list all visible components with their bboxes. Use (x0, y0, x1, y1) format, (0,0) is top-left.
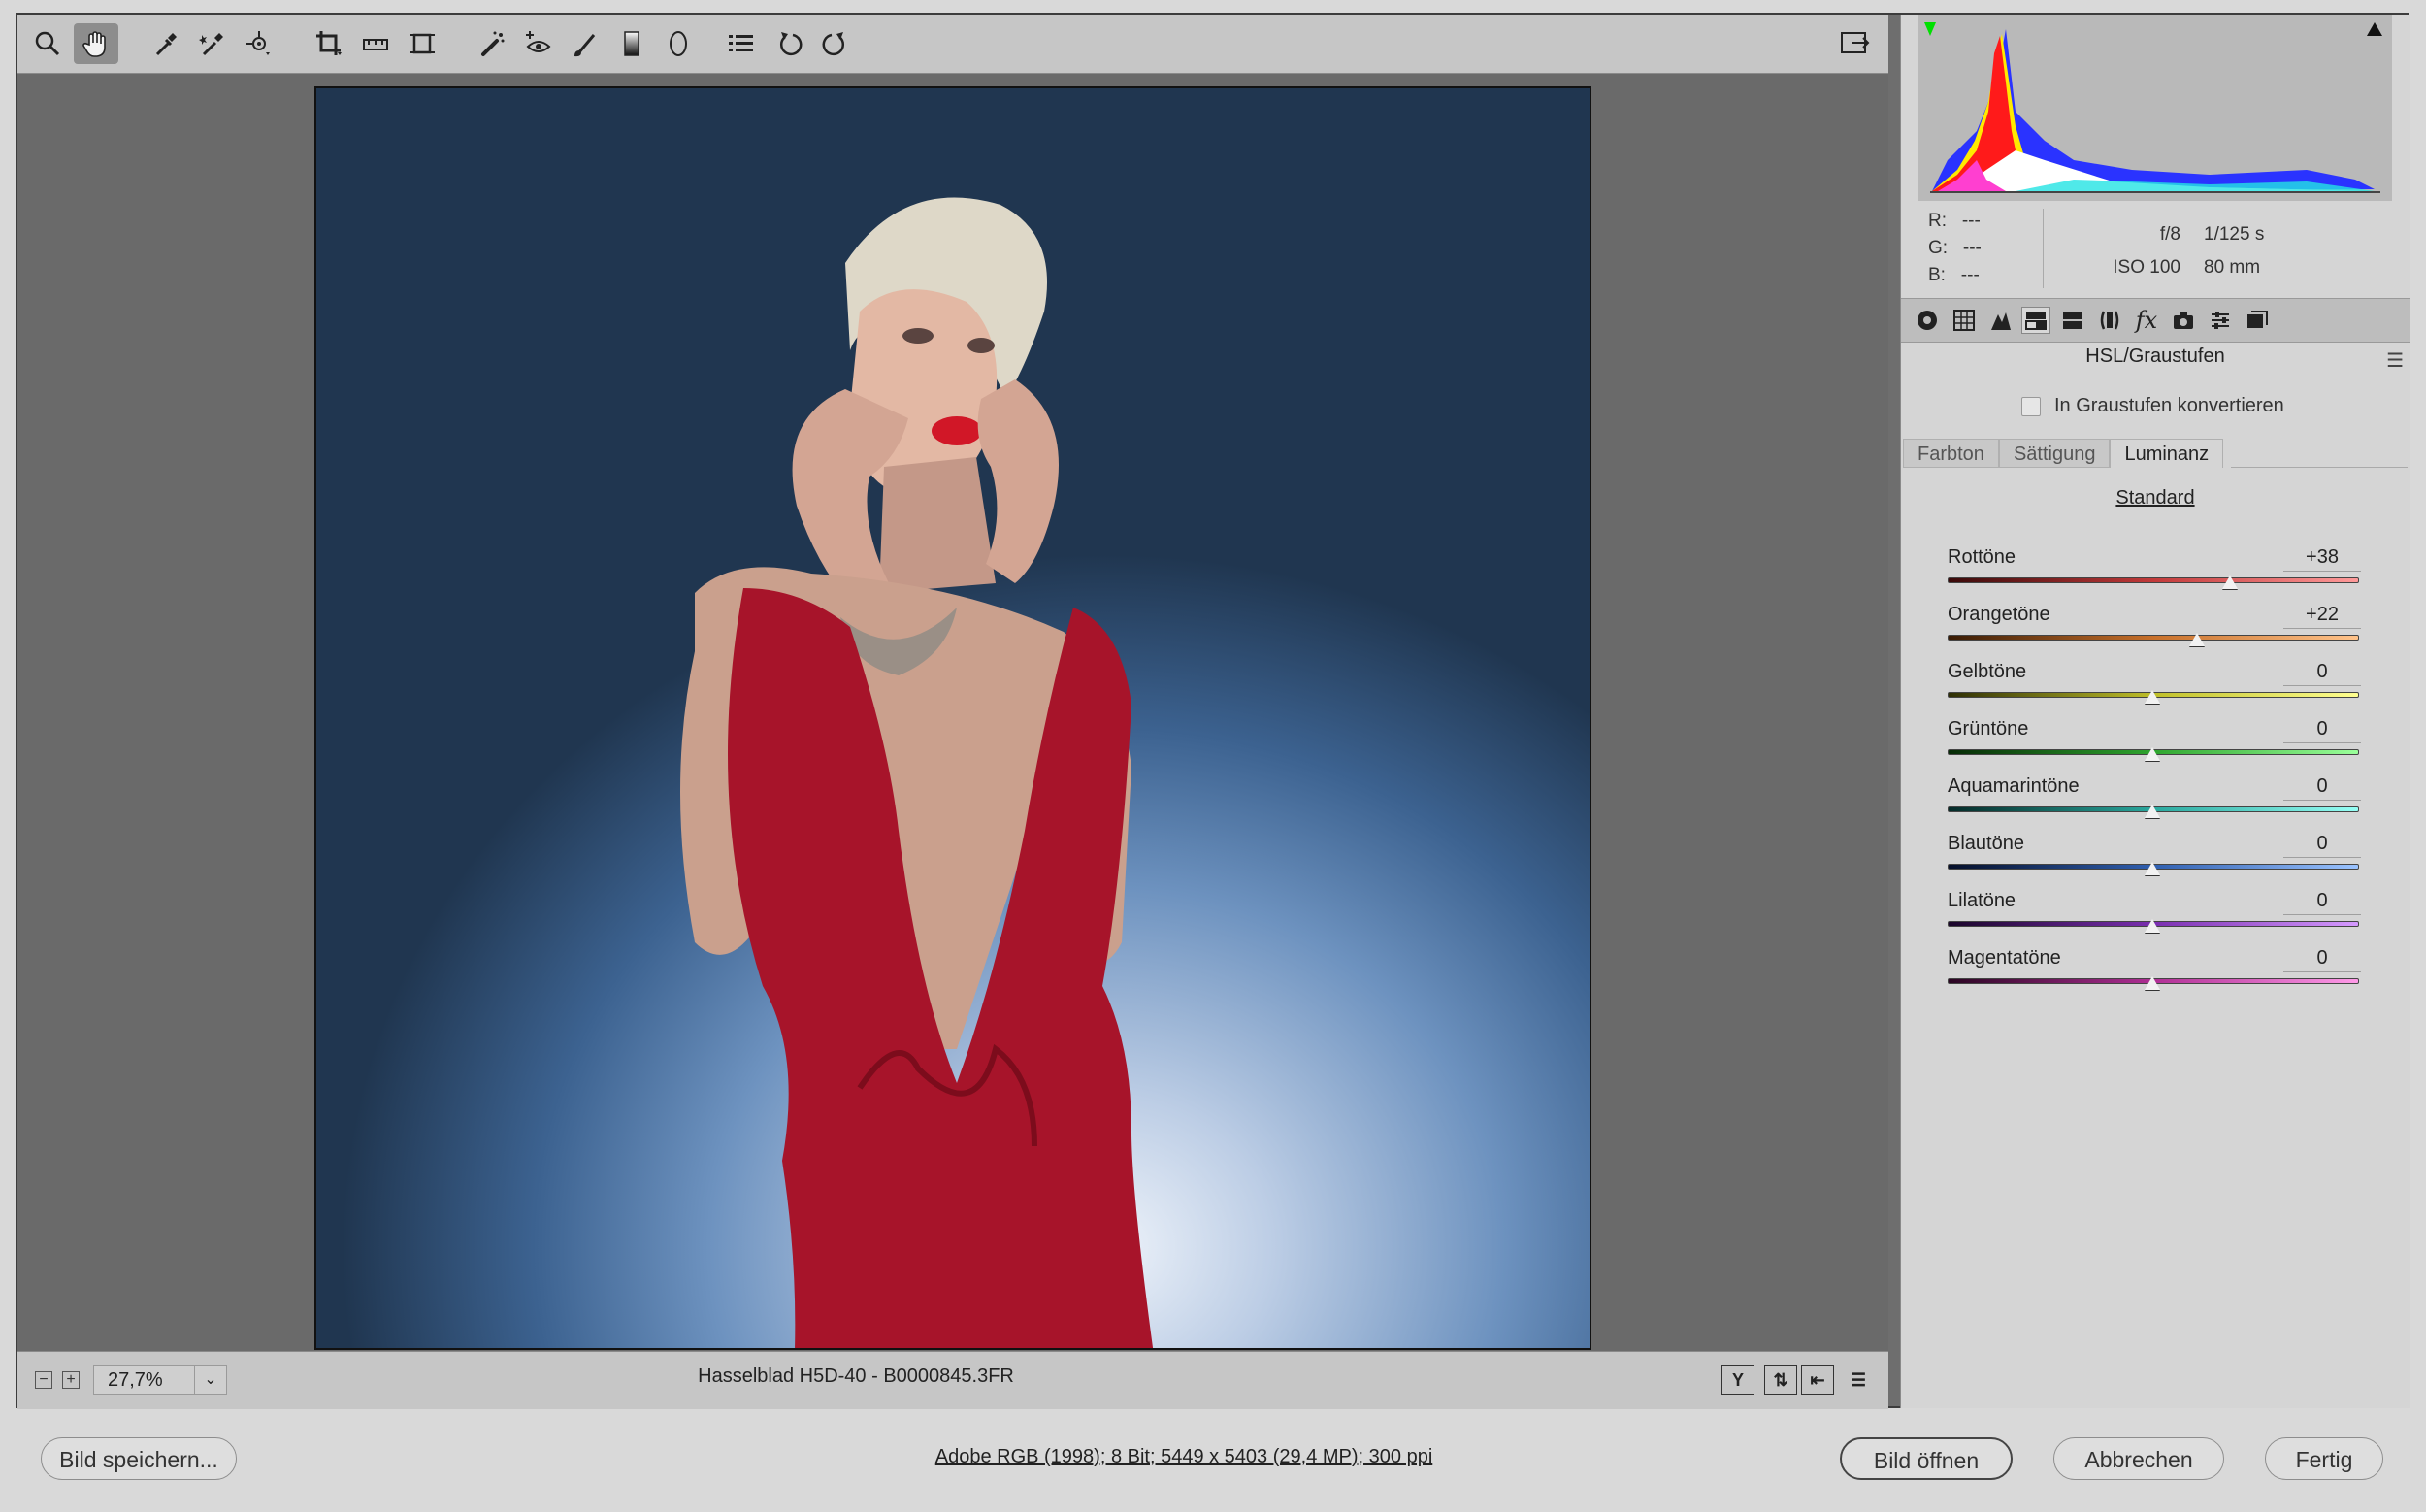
basic-panel-icon[interactable] (1913, 307, 1942, 334)
slider-track[interactable] (1948, 635, 2359, 641)
before-after-toggle-icon[interactable]: Y (1721, 1365, 1754, 1395)
standard-link[interactable]: Standard (1901, 487, 2410, 509)
slider-label: Rottöne (1948, 546, 2016, 568)
grayscale-checkbox[interactable] (2021, 396, 2041, 416)
grayscale-label: In Graustufen konvertieren (2054, 395, 2284, 416)
tone-curve-icon[interactable] (1950, 307, 1979, 334)
snapshots-icon[interactable] (2243, 307, 2272, 334)
split-toning-icon[interactable] (2058, 307, 2087, 334)
shutter-speed: 1/125 s (2204, 224, 2265, 245)
crop-icon[interactable] (307, 23, 351, 64)
tab-saturation[interactable]: Sättigung (1998, 439, 2111, 468)
effects-icon[interactable]: fx (2132, 307, 2161, 334)
rgb-readout: R: --- G: --- B: --- (1928, 211, 1982, 286)
slider-label: Blautöne (1948, 833, 2024, 854)
white-balance-icon[interactable] (144, 23, 188, 64)
adjustment-brush-icon[interactable] (563, 23, 607, 64)
slider-thumb[interactable] (2145, 805, 2160, 818)
slider-thumb[interactable] (2222, 575, 2239, 589)
toolbar (17, 15, 1888, 74)
slider-thumb[interactable] (2145, 690, 2160, 704)
transform-icon[interactable] (400, 23, 444, 64)
exif-info: f/8 1/125 s ISO 100 80 mm (2099, 224, 2322, 279)
file-name: Hasselblad H5D-40 - B0000845.3FR (698, 1365, 1014, 1387)
preferences-icon[interactable] (718, 23, 763, 64)
image-canvas[interactable] (17, 74, 1888, 1351)
copy-settings-icon[interactable]: ⇤ (1801, 1365, 1834, 1395)
tab-luminance[interactable]: Luminanz (2110, 439, 2224, 468)
lens-corrections-icon[interactable] (2095, 307, 2124, 334)
slider-value-field[interactable]: 0 (2283, 718, 2361, 743)
radial-filter-icon[interactable] (656, 23, 701, 64)
done-button[interactable]: Fertig (2265, 1437, 2383, 1480)
presets-icon[interactable] (2206, 307, 2235, 334)
photo-preview[interactable] (314, 86, 1591, 1350)
detail-panel-icon[interactable] (1986, 307, 2016, 334)
r-label: R: (1928, 211, 1947, 231)
rotate-left-icon[interactable] (769, 23, 813, 64)
slider-thumb[interactable] (2145, 862, 2160, 875)
panel-title: HSL/Graustufen (2085, 345, 2225, 367)
slider-thumb[interactable] (2145, 747, 2160, 761)
histogram (1918, 15, 2392, 201)
zoom-icon[interactable] (25, 23, 70, 64)
slider-track[interactable] (1948, 577, 2359, 583)
b-value: --- (1960, 265, 1980, 285)
slider-value-field[interactable]: 0 (2283, 890, 2361, 915)
slider-value-field[interactable]: 0 (2283, 947, 2361, 972)
straighten-icon[interactable] (353, 23, 398, 64)
slider-label: Magentatöne (1948, 947, 2061, 969)
slider-label: Grüntöne (1948, 718, 2029, 740)
slider-value-field[interactable]: +22 (2283, 604, 2361, 629)
r-value: --- (1961, 211, 1981, 231)
open-image-button[interactable]: Bild öffnen (1840, 1437, 2013, 1480)
graduated-filter-icon[interactable] (609, 23, 654, 64)
status-bar: − + 27,7% ⌄ Hasselblad H5D-40 - B0000845… (17, 1351, 1888, 1409)
slider-thumb[interactable] (2145, 976, 2160, 990)
panel-tabs-bar: fx (1901, 298, 2410, 343)
slider-value-field[interactable]: 0 (2283, 775, 2361, 801)
camera-calibration-icon[interactable] (2169, 307, 2198, 334)
targeted-adjustment-icon[interactable] (237, 23, 281, 64)
color-sampler-icon[interactable] (190, 23, 235, 64)
portrait-image (680, 197, 1154, 1348)
red-eye-icon[interactable] (516, 23, 561, 64)
right-panel: R: --- G: --- B: --- f/8 1/125 s ISO 100 8… (1900, 15, 2410, 1408)
slider-label: Orangetöne (1948, 604, 2050, 625)
toggle-fullscreen-icon[interactable] (1832, 23, 1877, 64)
grayscale-checkbox-row[interactable]: In Graustufen konvertieren (2021, 395, 2284, 417)
rotate-right-icon[interactable] (811, 23, 856, 64)
slider-label: Lilatöne (1948, 890, 2016, 911)
iso: ISO 100 (2113, 257, 2180, 278)
toggle-settings-icon[interactable]: ☰ (1842, 1365, 1875, 1395)
b-label: B: (1928, 265, 1946, 285)
aperture: f/8 (2159, 224, 2180, 245)
slider-thumb[interactable] (2189, 633, 2206, 646)
focal-length: 80 mm (2204, 257, 2261, 278)
slider-label: Aquamarintöne (1948, 775, 2080, 797)
hsl-panel-icon[interactable] (2021, 307, 2050, 334)
panel-menu-icon[interactable]: ☰ (2386, 348, 2404, 373)
workflow-options-link[interactable]: Adobe RGB (1998); 8 Bit; 5449 x 5403 (29… (0, 1446, 2368, 1468)
tab-hue[interactable]: Farbton (1903, 439, 1999, 468)
slider-value-field[interactable]: 0 (2283, 661, 2361, 686)
slider-thumb[interactable] (2145, 919, 2160, 933)
spot-removal-icon[interactable] (470, 23, 514, 64)
camera-raw-window: − + 27,7% ⌄ Hasselblad H5D-40 - B0000845… (16, 13, 2410, 1409)
slider-value-field[interactable]: 0 (2283, 833, 2361, 858)
hand-icon[interactable] (74, 23, 118, 64)
slider-value-field[interactable]: +38 (2283, 546, 2361, 572)
hsl-tabs: Farbton Sättigung Luminanz (1903, 439, 2224, 468)
swap-settings-icon[interactable]: ⇅ (1764, 1365, 1797, 1395)
slider-label: Gelbtöne (1948, 661, 2027, 682)
cancel-button[interactable]: Abbrechen (2053, 1437, 2224, 1480)
g-value: --- (1962, 238, 1982, 258)
g-label: G: (1928, 238, 1949, 258)
